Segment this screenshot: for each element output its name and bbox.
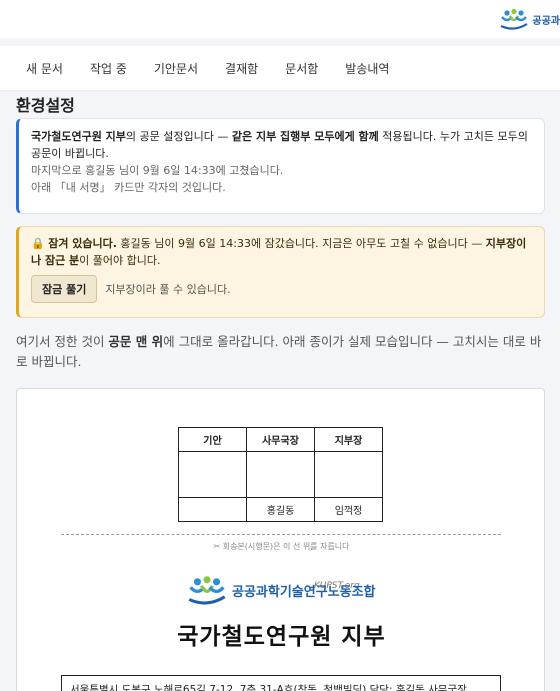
union-logo: 공공과학기술연구노동조합 (187, 575, 376, 605)
top-bar: 공공과 (0, 0, 560, 38)
lock-status-card: 🔒 잠겨 있습니다. 홍길동 님이 9월 6일 14:33에 잠갔습니다. 지금… (16, 226, 545, 318)
approval-name-cell: 홍길동 (246, 497, 315, 522)
page-title: 환경설정 (16, 96, 75, 115)
nav-item-drafts[interactable]: 기안문서 (154, 60, 198, 77)
approval-table: 기안 사무국장 지부장 홍길동 임꺽정 (178, 427, 383, 522)
document-preview-paper: 기안 사무국장 지부장 홍길동 임꺽정 ✂ 회송본(시행문)은 이 선 위를 자… (16, 388, 545, 691)
nav-item-new-document[interactable]: 새 문서 (26, 60, 63, 77)
union-people-logo-icon (500, 8, 528, 30)
approval-header-chief: 지부장 (314, 427, 383, 452)
address-box: 서울특별시 도봉구 노해로65길 7-12, 7층 31-A호(창동, 청백빌딩… (61, 675, 501, 691)
nav-item-sent[interactable]: 발송내역 (345, 60, 389, 77)
union-name: 공공과학기술연구노동조합 (232, 584, 376, 600)
lock-title: 잠겨 있습니다. (48, 237, 117, 250)
branch-name: 국가철도연구원 지부 (177, 624, 386, 650)
approval-signature-cell (314, 451, 383, 498)
preview-description: 여기서 정한 것이 공문 맨 위에 그대로 올라갑니다. 아래 종이가 실제 모… (16, 334, 542, 369)
info-org-name: 국가철도연구원 지부 (31, 130, 126, 143)
approval-signature-cell (246, 451, 315, 498)
approval-name-cell: 임꺽정 (314, 497, 383, 522)
cut-line (61, 534, 501, 535)
unlock-button[interactable]: 잠금 풀기 (31, 275, 98, 303)
info-line-scope: 국가철도연구원 지부의 공문 설정입니다 — 같은 지부 집행부 모두에게 함께… (31, 130, 528, 160)
lock-actions: 잠금 풀기 지부장이라 풀 수 있습니다. (31, 275, 532, 303)
cut-line-note: ✂ 회송본(시행문)은 이 선 위를 자릅니다 (213, 542, 350, 551)
shared-settings-info-card: 국가철도연구원 지부의 공문 설정입니다 — 같은 지부 집행부 모두에게 함께… (16, 118, 545, 214)
nav-item-in-progress[interactable]: 작업 중 (90, 60, 127, 77)
main-nav: 새 문서 작업 중 기안문서 결재함 문서함 발송내역 (0, 46, 560, 90)
header-logo[interactable]: 공공과 (500, 6, 560, 32)
info-last-modified: 마지막으로 홍길동 님이 9월 6일 14:33에 고쳤습니다. (31, 164, 284, 177)
lock-message: 🔒 잠겨 있습니다. 홍길동 님이 9월 6일 14:33에 잠갔습니다. 지금… (31, 237, 527, 267)
nav-item-documents[interactable]: 문서함 (285, 60, 318, 77)
approval-signature-cell (178, 451, 247, 498)
lock-icon: 🔒 (31, 237, 45, 250)
approval-header-secretary: 사무국장 (246, 427, 315, 452)
unlock-permission-note: 지부장이라 풀 수 있습니다. (105, 282, 231, 296)
logo-text: 공공과 (532, 15, 560, 27)
info-signature-note: 아래 「내 서명」 카드만 각자의 것입니다. (31, 181, 226, 194)
approval-name-cell (178, 497, 247, 522)
approval-header-drafter: 기안 (178, 427, 247, 452)
nav-item-approvals[interactable]: 결재함 (225, 60, 258, 77)
union-people-logo-icon (188, 576, 226, 605)
